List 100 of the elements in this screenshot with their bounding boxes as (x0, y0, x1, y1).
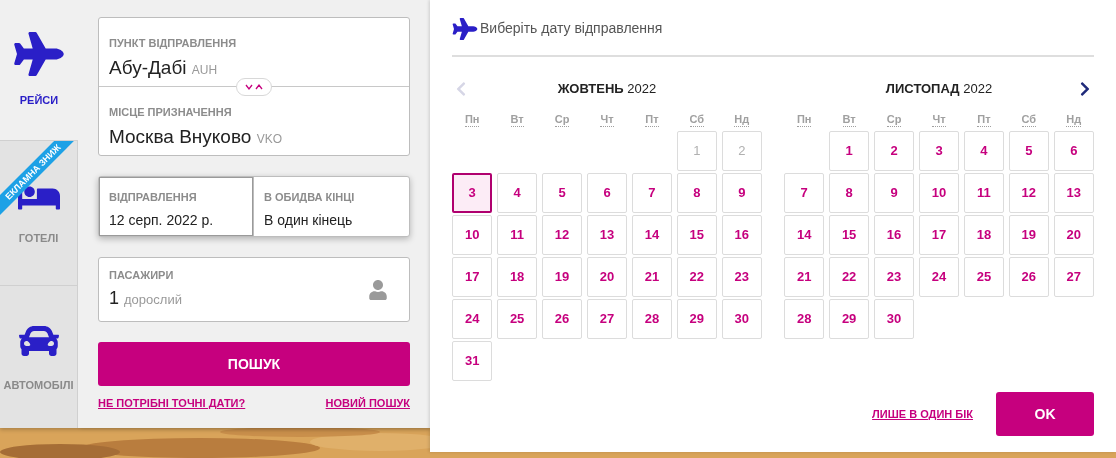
weekday-label: Чт (932, 113, 946, 127)
calendar-day[interactable]: 10 (452, 215, 493, 255)
calendar-day[interactable]: 5 (1008, 131, 1050, 171)
field-label: ПАСАЖИРИ (109, 267, 175, 283)
calendar-day[interactable]: 11 (496, 215, 538, 255)
field-value: Абу-Дабі AUH (109, 55, 219, 80)
calendar-day[interactable]: 10 (918, 173, 960, 213)
calendar-day[interactable]: 24 (918, 257, 960, 297)
text-link[interactable]: НЕ ПОТРІБНІ ТОЧНІ ДАТИ? (98, 395, 246, 412)
calendar-day[interactable]: 29 (676, 299, 718, 339)
weekday-label: Вт (842, 113, 856, 127)
calendar-day[interactable]: 4 (963, 131, 1005, 171)
person-icon (369, 279, 387, 300)
departure-field[interactable]: ВІДПРАВЛЕННЯ 12 серп. 2022 р. (99, 177, 254, 236)
weekday-label: Пт (977, 113, 991, 127)
calendar-day[interactable]: 6 (1053, 131, 1094, 171)
calendar-day[interactable]: 8 (676, 173, 718, 213)
calendar-day[interactable]: 6 (586, 173, 628, 213)
field-value: Москва Внуково VKO (109, 124, 283, 149)
ok-button[interactable]: OK (996, 392, 1094, 436)
calendar-day[interactable]: 15 (676, 215, 718, 255)
calendar-day[interactable]: 7 (631, 173, 673, 213)
calendar-day[interactable]: 20 (586, 257, 628, 297)
calendar-title: Виберіть дату відправлення (480, 19, 663, 38)
passengers-field[interactable]: ПАСАЖИРИ 1 дорослий (98, 257, 410, 322)
calendar-day[interactable]: 28 (784, 299, 825, 339)
calendar-day[interactable]: 21 (631, 257, 673, 297)
month-title: ЛИСТОПАД 2022 (885, 80, 993, 99)
trip-type-field[interactable]: В ОБИДВА КІНЦІ В один кінець (254, 177, 409, 236)
calendar-day[interactable]: 9 (873, 173, 915, 213)
weekday-label: Вт (510, 113, 524, 127)
calendar-day[interactable]: 19 (1008, 215, 1050, 255)
plane-icon (13, 31, 65, 76)
plane-icon (452, 17, 478, 40)
calendar-day[interactable]: 30 (873, 299, 915, 339)
calendar-day[interactable]: 16 (873, 215, 915, 255)
calendar-day[interactable]: 9 (721, 173, 762, 213)
calendar-day[interactable]: 22 (828, 257, 870, 297)
calendar-day[interactable]: 23 (721, 257, 762, 297)
calendar-day[interactable]: 29 (828, 299, 870, 339)
calendar-day[interactable]: 21 (784, 257, 825, 297)
calendar-day[interactable]: 3 (918, 131, 960, 171)
calendar-day[interactable]: 31 (452, 341, 493, 381)
weekday-label: Чт (600, 113, 614, 127)
calendar-day[interactable]: 17 (918, 215, 960, 255)
calendar-day[interactable]: 23 (873, 257, 915, 297)
destination-field[interactable]: МІСЦЕ ПРИЗНАЧЕННЯ Москва Внуково VKO (99, 87, 409, 155)
calendar-day[interactable]: 4 (496, 173, 538, 213)
field-value: 1 дорослий (109, 287, 182, 311)
calendar-day[interactable]: 11 (963, 173, 1005, 213)
weekday-label: Пн (464, 113, 480, 127)
sidebar-tab[interactable]: РЕЙСИ (0, 0, 78, 140)
calendar-day[interactable]: 15 (828, 215, 870, 255)
field-value: 12 серп. 2022 р. (109, 210, 215, 230)
calendar-day[interactable]: 2 (873, 131, 915, 171)
calendar-day[interactable]: 26 (1008, 257, 1050, 297)
calendar-day[interactable]: 28 (631, 299, 673, 339)
calendar-day[interactable]: 27 (1053, 257, 1094, 297)
calendar-day[interactable]: 1 (828, 131, 870, 171)
one-way-link[interactable]: ЛИШЕ В ОДИН БІК (872, 405, 973, 423)
weekday-label: Нд (734, 113, 750, 127)
calendar-day[interactable]: 13 (586, 215, 628, 255)
calendar-day[interactable]: 5 (541, 173, 583, 213)
field-label: В ОБИДВА КІНЦІ (264, 190, 356, 205)
calendar-day[interactable]: 18 (496, 257, 538, 297)
calendar-day[interactable]: 16 (721, 215, 762, 255)
calendar-day[interactable]: 24 (452, 299, 493, 339)
calendar-day[interactable]: 25 (963, 257, 1005, 297)
swap-button[interactable] (236, 78, 272, 96)
calendar-day[interactable]: 30 (721, 299, 762, 339)
calendar-day[interactable]: 25 (496, 299, 538, 339)
text-link[interactable]: НОВИЙ ПОШУК (325, 395, 410, 412)
weekday-label: Ср (554, 113, 570, 127)
calendar-day[interactable]: 17 (452, 257, 493, 297)
calendar-day[interactable]: 14 (784, 215, 825, 255)
weekday-label: Сб (689, 113, 705, 127)
calendar-day[interactable]: 20 (1053, 215, 1094, 255)
calendar-day[interactable]: 18 (963, 215, 1005, 255)
calendar-day[interactable]: 13 (1053, 173, 1094, 213)
field-label: МІСЦЕ ПРИЗНАЧЕННЯ (109, 105, 233, 120)
field-label: ВІДПРАВЛЕННЯ (109, 190, 198, 205)
calendar-day[interactable]: 8 (828, 173, 870, 213)
calendar-day[interactable]: 12 (541, 215, 583, 255)
month-title: ЖОВТЕНЬ 2022 (557, 80, 657, 99)
calendar-day[interactable]: 19 (541, 257, 583, 297)
calendar-day[interactable]: 12 (1008, 173, 1050, 213)
calendar-day[interactable]: 27 (586, 299, 628, 339)
swap-chevrons-icon (245, 83, 263, 91)
field-label: ПУНКТ ВІДПРАВЛЕННЯ (109, 36, 238, 51)
next-month-icon[interactable] (1080, 81, 1090, 97)
calendar-day[interactable]: 14 (631, 215, 673, 255)
search-button[interactable]: ПОШУК (98, 342, 410, 386)
calendar-day[interactable]: 3 (452, 173, 493, 213)
calendar-day[interactable]: 22 (676, 257, 718, 297)
field-value: В один кінець (264, 210, 354, 230)
calendar-day[interactable]: 7 (784, 173, 825, 213)
weekday-label: Нд (1066, 113, 1082, 127)
weekday-label: Пт (645, 113, 659, 127)
weekday-label: Пн (796, 113, 812, 127)
calendar-day[interactable]: 26 (541, 299, 583, 339)
